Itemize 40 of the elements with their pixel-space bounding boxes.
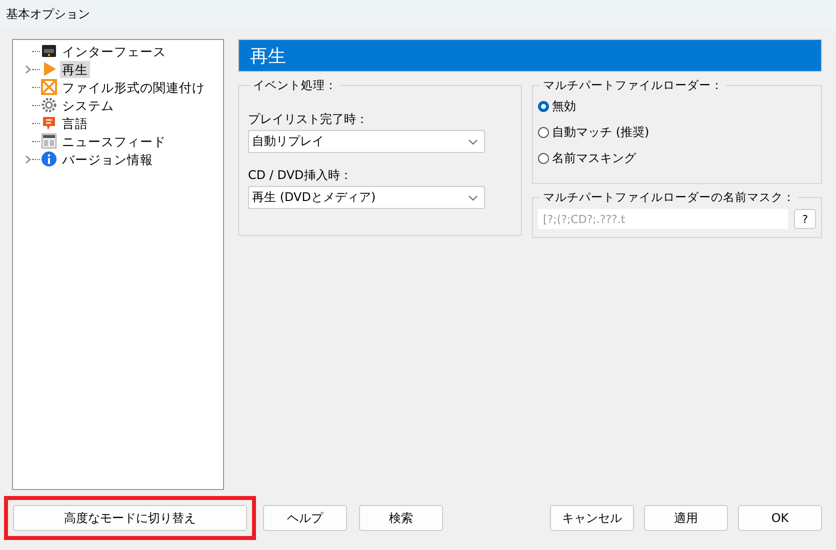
page-title: 再生 (250, 44, 286, 68)
tree-item[interactable]: 言語 (60, 114, 90, 132)
tree-item[interactable]: ニュースフィード (60, 132, 168, 150)
caret-icon (468, 194, 478, 200)
dialog-button[interactable]: 高度なモードに切り替え (13, 505, 247, 531)
tree-item[interactable]: 再生 (60, 60, 90, 78)
film-icon (41, 43, 57, 59)
speech-bubble-icon (41, 115, 57, 131)
field-label: CD / DVD挿入時： (248, 167, 353, 184)
help-button[interactable]: ? (794, 209, 816, 229)
mask-field[interactable]: [?;(?;CD?;.???.t (538, 209, 788, 229)
dialog-button[interactable]: 検索 (359, 505, 443, 531)
dialog-button[interactable]: ヘルプ (263, 505, 347, 531)
group-title: マルチパートファイルローダーの名前マスク： (542, 190, 796, 205)
info-icon (41, 151, 57, 167)
dropdown[interactable]: 自動リプレイ (248, 130, 485, 153)
play-icon (41, 61, 57, 77)
caret-icon (468, 138, 478, 144)
radio-label[interactable]: 自動マッチ (推奨) (552, 124, 650, 140)
tree-item[interactable]: バージョン情報 (60, 150, 155, 168)
dropdown[interactable]: 再生 (DVDとメディア) (248, 186, 485, 209)
radio-button[interactable] (538, 152, 549, 164)
newspaper-icon (41, 133, 57, 149)
chevron-icon[interactable] (25, 154, 31, 164)
radio-button[interactable] (538, 126, 549, 138)
dialog-button[interactable]: OK (738, 505, 822, 531)
radio-button[interactable] (538, 100, 549, 112)
dialog-button[interactable]: 適用 (644, 505, 728, 531)
chevron-icon[interactable] (25, 64, 31, 74)
window-title: 基本オプション (6, 6, 90, 22)
tree-item[interactable]: インターフェース (60, 42, 168, 60)
field-label: プレイリスト完了時： (248, 111, 369, 128)
radio-label[interactable]: 無効 (552, 98, 576, 114)
group-title: イベント処理： (252, 78, 338, 93)
tree-item[interactable]: システム (60, 96, 116, 114)
radio-label[interactable]: 名前マスキング (552, 150, 636, 166)
tree-item[interactable]: ファイル形式の関連付け (60, 78, 207, 96)
group-title: マルチパートファイルローダー： (542, 78, 724, 93)
dialog-button[interactable]: キャンセル (550, 505, 634, 531)
gear-icon (41, 97, 57, 113)
